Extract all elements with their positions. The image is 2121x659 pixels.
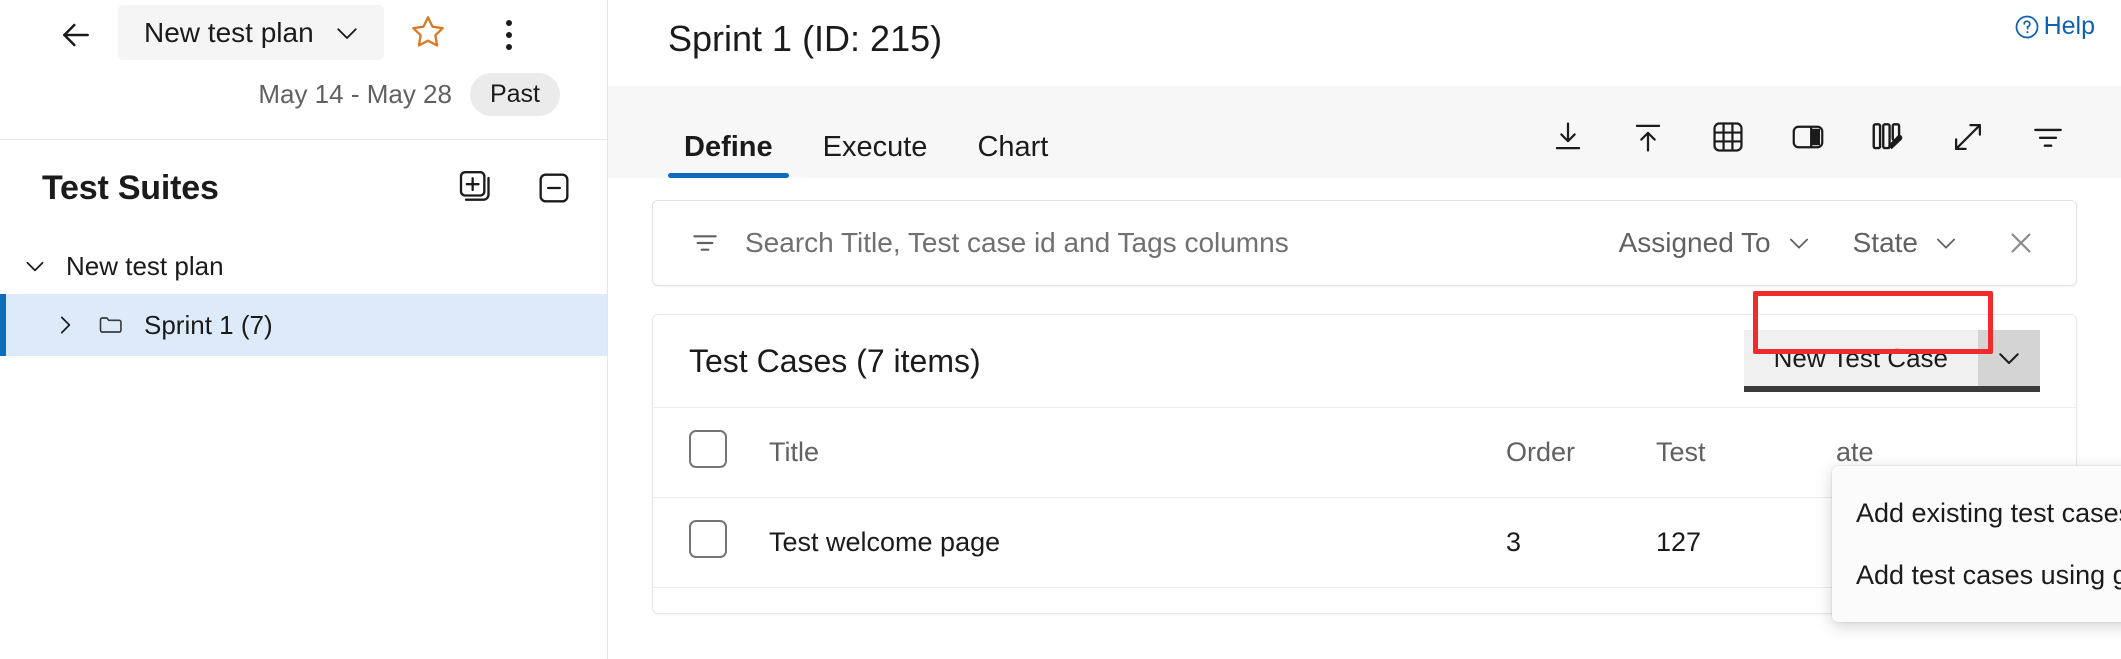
cell-order: 3 [1506, 498, 1656, 588]
tab-execute[interactable]: Execute [807, 131, 944, 178]
clear-filters-button[interactable] [1980, 226, 2046, 260]
filter-lines-icon [689, 227, 721, 259]
filter-icon [2029, 118, 2067, 156]
help-label: Help [2044, 12, 2095, 41]
page-title: Sprint 1 (ID: 215) [668, 18, 942, 60]
chevron-right-icon [52, 312, 78, 338]
tab-label: Define [684, 131, 773, 163]
folder-icon [96, 311, 126, 339]
select-all-checkbox[interactable] [689, 430, 727, 468]
test-suites-header: Test Suites [0, 140, 607, 236]
new-test-case-button[interactable]: New Test Case [1744, 330, 1978, 392]
kebab-dot [506, 20, 512, 26]
tree-item-new-test-plan[interactable]: New test plan [0, 238, 607, 294]
search-area: Assigned To State [608, 178, 2121, 286]
test-suites-title: Test Suites [42, 169, 219, 208]
test-suites-actions [453, 165, 577, 211]
column-header-title[interactable]: Title [769, 408, 1506, 498]
test-suites-tree: New test plan Sprint 1 (7) [0, 236, 607, 356]
row-select-cell [653, 498, 769, 588]
search-bar: Assigned To State [652, 200, 2077, 286]
close-icon [2004, 226, 2038, 260]
kebab-dot [506, 32, 512, 38]
collapse-all-button[interactable] [531, 165, 577, 211]
tree-item-label: Sprint 1 (7) [144, 310, 273, 341]
question-circle-icon [2013, 13, 2041, 41]
new-test-case-caret-button[interactable] [1978, 330, 2040, 392]
tab-chart[interactable]: Chart [961, 131, 1064, 178]
state-filter[interactable]: State [1833, 227, 1980, 259]
select-all-header [653, 408, 769, 498]
left-panel: New test plan May 14 - May 28 Past [0, 0, 608, 659]
menu-item-add-existing-test-cases[interactable]: Add existing test cases [1832, 482, 2121, 544]
test-plan-selector[interactable]: New test plan [118, 5, 384, 60]
tab-label: Execute [823, 131, 928, 163]
grid-toolbar [1541, 110, 2121, 178]
chevron-down-icon [332, 18, 362, 48]
fullscreen-button[interactable] [1941, 110, 1995, 164]
main-content: Sprint 1 (ID: 215) Help Define Execute [608, 0, 2121, 659]
assigned-to-filter[interactable]: Assigned To [1599, 227, 1833, 259]
test-plans-app: New test plan May 14 - May 28 Past [0, 0, 2121, 659]
tab-list: Define Execute Chart [608, 131, 1082, 178]
plan-header: New test plan May 14 - May 28 Past [0, 0, 607, 140]
plan-dates-row: May 14 - May 28 Past [0, 73, 560, 116]
tab-label: Chart [977, 131, 1048, 163]
tree-item-sprint-1[interactable]: Sprint 1 (7) [0, 294, 607, 356]
split-pane-button[interactable] [1781, 110, 1835, 164]
menu-item-add-test-cases-using-grid[interactable]: Add test cases using grid [1832, 544, 2121, 606]
help-link[interactable]: Help [2013, 12, 2095, 41]
split-pane-icon [1789, 118, 1827, 156]
chevron-down-icon [1785, 229, 1813, 257]
back-button[interactable] [55, 14, 97, 56]
filter-button[interactable] [2021, 110, 2075, 164]
export-icon [1549, 118, 1587, 156]
star-icon [408, 12, 448, 52]
grid-view-button[interactable] [1701, 110, 1755, 164]
tree-item-label: New test plan [66, 251, 224, 282]
import-icon [1629, 118, 1667, 156]
grid-view-icon [1709, 118, 1747, 156]
arrow-left-icon [56, 15, 96, 55]
search-input[interactable] [745, 227, 1599, 259]
plan-status-badge: Past [470, 73, 560, 116]
tab-define[interactable]: Define [668, 131, 789, 178]
chevron-down-icon [1994, 343, 2024, 373]
chevron-down-icon [22, 253, 48, 279]
add-square-icon [456, 168, 496, 208]
cell-title: Test welcome page [769, 498, 1506, 588]
tabs-bar: Define Execute Chart [608, 86, 2121, 178]
plan-date-range: May 14 - May 28 [258, 79, 452, 110]
column-header-test-case-id[interactable]: Test [1656, 408, 1836, 498]
cell-test-case-id: 127 [1656, 498, 1836, 588]
minus-square-icon [534, 168, 574, 208]
assigned-to-label: Assigned To [1619, 227, 1771, 259]
test-cases-title: Test Cases (7 items) [689, 343, 981, 380]
fullscreen-icon [1949, 118, 1987, 156]
test-cases-header: Test Cases (7 items) New Test Case [653, 315, 2076, 407]
new-suite-button[interactable] [453, 165, 499, 211]
plan-more-options-button[interactable] [488, 14, 530, 56]
import-button[interactable] [1621, 110, 1675, 164]
test-plan-name: New test plan [144, 17, 314, 49]
new-test-case-dropdown-menu: Add existing test cases Add test cases u… [1832, 466, 2121, 622]
export-button[interactable] [1541, 110, 1595, 164]
favorite-button[interactable] [404, 8, 452, 56]
kebab-dot [506, 44, 512, 50]
state-label: State [1853, 227, 1918, 259]
new-test-case-split-button: New Test Case [1744, 330, 2040, 392]
chevron-down-icon [1932, 229, 1960, 257]
row-checkbox[interactable] [689, 520, 727, 558]
column-options-button[interactable] [1861, 110, 1915, 164]
column-header-order[interactable]: Order [1506, 408, 1656, 498]
column-options-icon [1869, 118, 1907, 156]
main-header: Sprint 1 (ID: 215) Help [608, 0, 2121, 86]
